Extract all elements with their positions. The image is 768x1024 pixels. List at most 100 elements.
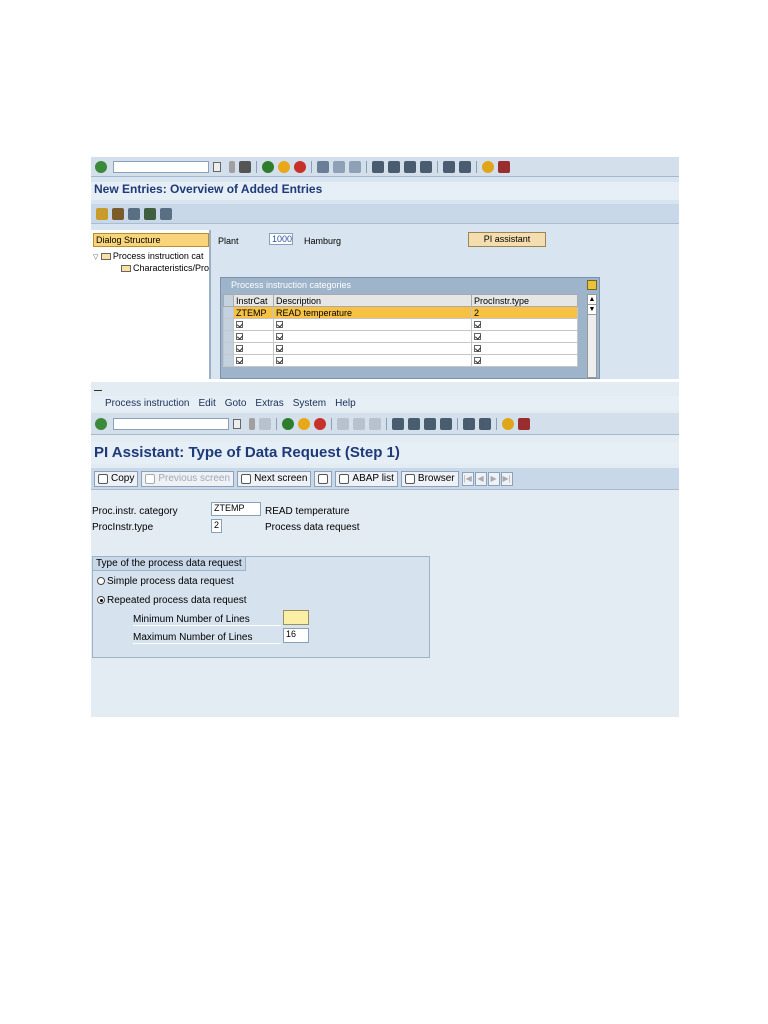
proc-instr-type-field[interactable]: 2 [211,519,222,533]
table-row[interactable]: ZTEMP READ temperature 2 [223,306,578,319]
find-icon[interactable] [333,160,345,173]
cell-instrcat[interactable] [233,318,274,331]
command-field[interactable] [113,160,209,173]
menu-extras[interactable]: Extras [255,398,283,409]
back-icon[interactable] [262,160,274,173]
delete-icon[interactable] [128,207,140,220]
table-row[interactable] [223,330,578,343]
layout-menu-icon[interactable] [498,160,510,173]
menu-process-instruction[interactable]: Process instruction [105,398,189,409]
table-row[interactable] [223,354,578,367]
cell-description[interactable] [273,342,472,355]
menu-system[interactable]: System [293,398,326,409]
enter-icon[interactable] [95,417,107,430]
menu-help[interactable]: Help [335,398,356,409]
last-step-icon[interactable]: ▶| [500,471,513,486]
proc-instr-category-field[interactable]: ZTEMP [211,502,261,516]
last-page-icon[interactable] [440,417,452,430]
enter-icon[interactable] [95,160,107,173]
find-icon[interactable] [353,417,365,430]
row-selector[interactable] [223,306,234,319]
row-selector[interactable] [223,318,234,331]
help-icon[interactable] [482,160,494,173]
pi-assistant-button[interactable]: PI assistant [468,232,546,247]
cell-instrcat[interactable] [233,330,274,343]
cell-instrcat[interactable] [233,342,274,355]
cell-type[interactable] [471,354,578,367]
cancel-icon[interactable] [294,160,306,173]
print-icon[interactable] [317,160,329,173]
column-header-instrcat[interactable]: InstrCat [233,294,274,307]
cancel-icon[interactable] [314,417,326,430]
radio-icon[interactable] [97,577,105,586]
last-page-icon[interactable] [420,160,432,173]
command-history-icon[interactable] [213,161,221,172]
input-help-icon[interactable] [236,320,243,328]
input-help-icon[interactable] [474,356,481,364]
input-help-icon[interactable] [474,320,481,328]
cell-type[interactable]: 2 [471,306,578,319]
edit-icon[interactable] [96,207,108,220]
deselect-all-icon[interactable] [160,207,172,220]
cell-description[interactable] [273,318,472,331]
row-selector-header[interactable] [223,294,234,307]
help-icon[interactable] [502,417,514,430]
cell-type[interactable] [471,318,578,331]
copy-entry-icon[interactable] [112,207,124,220]
option-simple-request[interactable]: Simple process data request [97,576,234,587]
input-help-icon[interactable] [276,320,283,328]
tree-item-characteristics[interactable]: Characteristics/Pro [91,262,209,274]
system-menu-icon[interactable] [94,385,102,391]
select-all-icon[interactable] [144,207,156,220]
print-icon[interactable] [337,417,349,430]
copy-button[interactable]: Copy [94,470,139,487]
first-step-icon[interactable]: |◀ [461,471,474,486]
menu-goto[interactable]: Goto [225,398,247,409]
next-page-icon[interactable] [424,417,436,430]
table-row[interactable] [223,342,578,355]
exit-icon[interactable] [298,417,310,430]
cell-description[interactable]: READ temperature [273,306,472,319]
save-icon[interactable] [239,160,251,173]
command-history-icon[interactable] [233,418,241,429]
previous-page-icon[interactable] [388,160,400,173]
column-header-description[interactable]: Description [273,294,472,307]
scroll-up-icon[interactable]: ▲ [588,295,596,305]
next-screen-button[interactable]: Next screen [237,470,312,487]
input-help-icon[interactable] [276,344,283,352]
previous-screen-button[interactable]: Previous screen [141,470,235,487]
input-help-icon[interactable] [276,332,283,340]
input-help-icon[interactable] [276,356,283,364]
shortcut-icon[interactable] [459,160,471,173]
column-header-procinstr-type[interactable]: ProcInstr.type [471,294,578,307]
find-next-icon[interactable] [369,417,381,430]
cell-instrcat[interactable] [233,354,274,367]
table-scrollbar[interactable]: ▲ ▼ [587,294,597,378]
expand-icon[interactable]: ▽ [93,254,98,261]
first-page-icon[interactable] [372,160,384,173]
first-page-icon[interactable] [392,417,404,430]
back-arrow-icon[interactable] [249,417,255,430]
row-selector[interactable] [223,342,234,355]
abap-list-button[interactable]: ABAP list [335,470,398,487]
cell-type[interactable] [471,342,578,355]
menu-edit[interactable]: Edit [198,398,215,409]
scroll-down-icon[interactable]: ▼ [588,305,596,315]
table-row[interactable] [223,318,578,331]
command-field[interactable] [113,417,229,430]
radio-selected-icon[interactable] [97,596,105,605]
previous-page-icon[interactable] [408,417,420,430]
input-help-icon[interactable] [236,356,243,364]
input-help-icon[interactable] [236,332,243,340]
new-session-icon[interactable] [463,417,475,430]
save-icon[interactable] [259,417,271,430]
cell-description[interactable] [273,354,472,367]
shortcut-icon[interactable] [479,417,491,430]
layout-menu-icon[interactable] [518,417,530,430]
back-arrow-icon[interactable] [229,160,235,173]
input-help-icon[interactable] [474,344,481,352]
next-step-icon[interactable]: ▶ [487,471,500,486]
input-help-icon[interactable] [236,344,243,352]
back-icon[interactable] [282,417,294,430]
row-selector[interactable] [223,330,234,343]
